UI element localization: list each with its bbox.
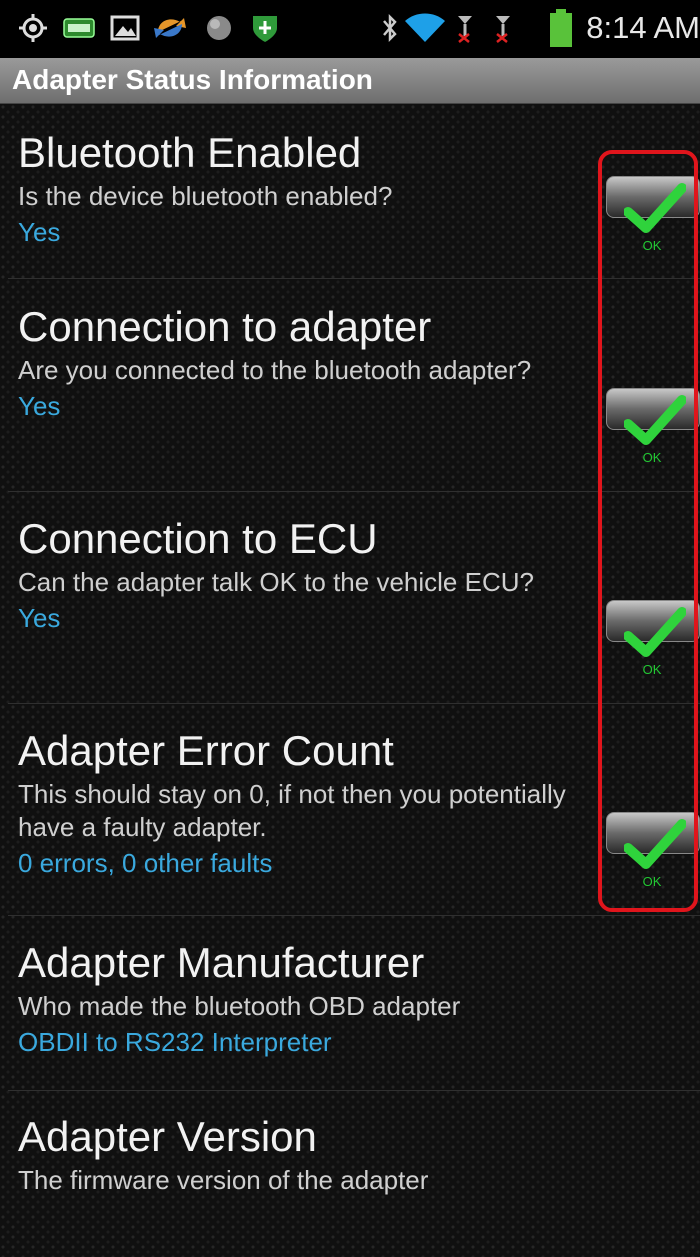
- status-time: 8:14 AM: [586, 10, 700, 45]
- sync-icon: [154, 18, 186, 38]
- item-description: Are you connected to the bluetooth adapt…: [18, 355, 532, 385]
- signal-icon: [496, 16, 510, 43]
- item-title: Adapter Error Count: [18, 727, 394, 774]
- gps-icon: [19, 14, 47, 42]
- title-bar: Adapter Status Information: [0, 58, 700, 104]
- divider: [8, 491, 700, 492]
- item-value: 0 errors, 0 other faults: [18, 848, 273, 878]
- item-value: Yes: [18, 217, 61, 247]
- list-item-bluetooth-enabled[interactable]: Bluetooth Enabled Is the device bluetoot…: [18, 128, 598, 249]
- item-value: Yes: [18, 603, 61, 633]
- item-title: Adapter Manufacturer: [18, 939, 425, 986]
- list-item-adapter-manufacturer[interactable]: Adapter Manufacturer Who made the blueto…: [18, 938, 598, 1059]
- divider: [8, 915, 700, 916]
- item-description: The firmware version of the adapter: [18, 1165, 429, 1195]
- divider: [8, 703, 700, 704]
- list-item-adapter-error-count[interactable]: Adapter Error Count This should stay on …: [18, 726, 598, 880]
- status-list[interactable]: [0, 104, 700, 1257]
- highlight-annotation: [598, 150, 698, 912]
- obd-icon: [63, 18, 95, 38]
- list-item-adapter-version[interactable]: Adapter Version The firmware version of …: [18, 1112, 598, 1197]
- wifi-icon: [405, 13, 445, 42]
- item-description: This should stay on 0, if not then you p…: [18, 779, 566, 842]
- item-title: Adapter Version: [18, 1113, 317, 1160]
- gallery-icon: [110, 15, 140, 41]
- item-value: Yes: [18, 391, 61, 421]
- bluetooth-icon: [383, 13, 397, 43]
- globe-icon: [207, 16, 231, 40]
- item-title: Connection to ECU: [18, 515, 378, 562]
- item-value: OBDII to RS232 Interpreter: [18, 1027, 332, 1057]
- shield-icon: [253, 16, 277, 42]
- list-item-connection-to-ecu[interactable]: Connection to ECU Can the adapter talk O…: [18, 514, 598, 635]
- battery-icon: [550, 9, 572, 47]
- page-title: Adapter Status Information: [12, 64, 373, 95]
- item-description: Can the adapter talk OK to the vehicle E…: [18, 567, 534, 597]
- item-title: Bluetooth Enabled: [18, 129, 362, 176]
- signal-icon: [458, 16, 472, 43]
- divider: [8, 1090, 700, 1091]
- status-bar: 8:14 AM: [0, 0, 700, 58]
- item-description: Who made the bluetooth OBD adapter: [18, 991, 461, 1021]
- item-title: Connection to adapter: [18, 303, 432, 350]
- list-item-connection-to-adapter[interactable]: Connection to adapter Are you connected …: [18, 302, 598, 423]
- item-description: Is the device bluetooth enabled?: [18, 181, 393, 211]
- divider: [8, 278, 700, 279]
